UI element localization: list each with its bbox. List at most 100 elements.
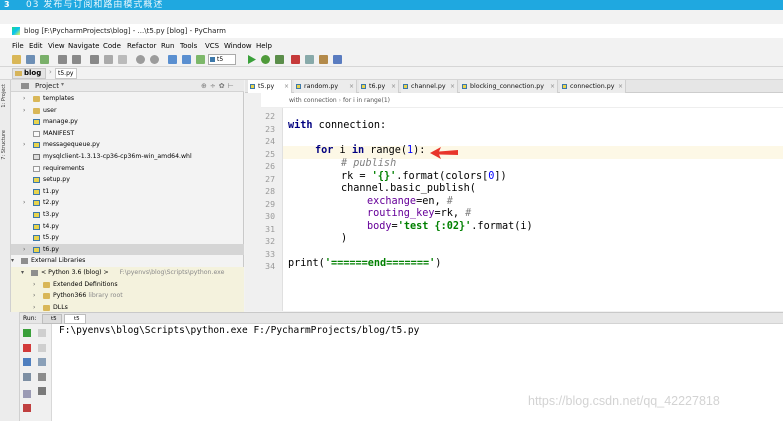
tree-item-t1-py[interactable]: t1.py <box>11 186 244 198</box>
chevron-down-icon[interactable]: ▾ <box>11 255 14 267</box>
undo-icon[interactable] <box>58 55 67 64</box>
breadcrumb-with[interactable]: with connection <box>289 97 337 104</box>
project-panel-title[interactable]: Project <box>35 82 59 90</box>
chevron-right-icon[interactable]: › <box>23 105 25 117</box>
menu-file[interactable]: File <box>12 42 24 50</box>
tree-item-label: External Libraries <box>31 257 86 265</box>
redo-icon[interactable] <box>72 55 81 64</box>
chevron-down-icon[interactable]: ▾ <box>21 267 24 279</box>
stop-icon[interactable] <box>291 55 300 64</box>
window-title: blog [F:\PycharmProjects\blog] - ...\t5.… <box>24 27 226 35</box>
tree-item-python-3-6-blog[interactable]: ▾ < Python 3.6 (blog) > F:\pyenvs\blog\Scr… <box>11 267 244 279</box>
menu-tools[interactable]: Tools <box>180 42 197 50</box>
close-icon[interactable]: × <box>349 80 354 93</box>
chevron-right-icon[interactable]: › <box>33 290 35 302</box>
tree-item-manifest[interactable]: MANIFEST <box>11 128 244 140</box>
menu-navigate[interactable]: Navigate <box>68 42 99 50</box>
tab-random[interactable]: random.py × <box>294 80 357 93</box>
tree-item-setup-py[interactable]: setup.py <box>11 174 244 186</box>
tree-item-messagequeue-py[interactable]: › messagequeue.py <box>11 139 244 151</box>
close-icon[interactable]: × <box>391 80 396 93</box>
menu-edit[interactable]: Edit <box>29 42 43 50</box>
tree-item-t2-py[interactable]: › t2.py <box>11 197 244 209</box>
menu-window[interactable]: Window <box>224 42 252 50</box>
tree-item-manage-py[interactable]: manage.py <box>11 116 244 128</box>
tab-t5[interactable]: t5.py × <box>248 80 292 93</box>
tree-item-templates[interactable]: › templates <box>11 93 244 105</box>
restore-layout-icon[interactable] <box>23 373 31 381</box>
tree-item-user[interactable]: › user <box>11 105 244 117</box>
vcs-icon[interactable] <box>305 55 314 64</box>
tree-item-t6-py[interactable]: › t6.py <box>11 243 244 256</box>
make-icon[interactable] <box>196 55 205 64</box>
tree-item-t4-py[interactable]: t4.py <box>11 221 244 233</box>
tab-blocking-connection[interactable]: blocking_connection.py × <box>460 80 558 93</box>
tree-item-t5-py[interactable]: t5.py <box>11 232 244 244</box>
forward-icon[interactable] <box>182 55 191 64</box>
run-tab-t5[interactable]: t5 <box>42 314 62 324</box>
chevron-right-icon[interactable]: › <box>23 197 25 209</box>
chevron-right-icon[interactable]: › <box>23 244 25 256</box>
paste-icon[interactable] <box>118 55 127 64</box>
close-icon[interactable]: × <box>284 80 289 93</box>
tree-item-mysqlclient-1-3-13-cp36-cp36m-win-amd64-whl[interactable]: mysqlclient-1.3.13-cp36-cp36m-win_amd64.… <box>11 151 244 163</box>
rerun-icon[interactable] <box>23 329 31 337</box>
sync-icon[interactable] <box>40 55 49 64</box>
menu-code[interactable]: Code <box>103 42 121 50</box>
print-icon[interactable] <box>38 373 46 381</box>
debug-icon[interactable] <box>261 55 270 64</box>
menu-view[interactable]: View <box>48 42 65 50</box>
run-tab-t5-active[interactable]: t5 <box>64 314 86 324</box>
find-icon[interactable] <box>136 55 145 64</box>
tree-item-label: setup.py <box>43 176 70 184</box>
tree-item-requirements[interactable]: requirements <box>11 163 244 175</box>
pause-icon[interactable] <box>23 358 31 366</box>
project-tool-button[interactable]: 1: Project <box>1 84 7 108</box>
close-icon[interactable]: × <box>450 80 455 93</box>
menu-run[interactable]: Run <box>161 42 174 50</box>
close-icon[interactable]: × <box>618 80 623 93</box>
soft-wrap-icon[interactable] <box>38 358 46 366</box>
replace-icon[interactable] <box>150 55 159 64</box>
structure-tool-button[interactable]: 7: Structure <box>1 130 7 160</box>
tab-connection[interactable]: connection.py × <box>560 80 626 93</box>
cut-icon[interactable] <box>90 55 99 64</box>
tab-channel[interactable]: channel.py × <box>401 80 458 93</box>
tree-item-t3-py[interactable]: t3.py <box>11 209 244 221</box>
scroll-down-icon[interactable] <box>38 344 46 352</box>
coverage-icon[interactable] <box>275 55 284 64</box>
menu-help[interactable]: Help <box>256 42 272 50</box>
menu-refactor[interactable]: Refactor <box>127 42 156 50</box>
chevron-right-icon[interactable]: › <box>33 279 35 291</box>
tree-item-python366[interactable]: › Python366 library root <box>11 290 244 302</box>
chevron-right-icon[interactable]: › <box>23 93 25 105</box>
run-icon[interactable] <box>247 55 256 64</box>
menu-vcs[interactable]: VCS <box>205 42 219 50</box>
scroll-up-icon[interactable] <box>38 329 46 337</box>
gear-icon[interactable]: ✿ <box>219 82 228 90</box>
view-dropdown-icon[interactable]: ▾ <box>61 81 64 88</box>
settings-icon[interactable] <box>319 55 328 64</box>
code-editor[interactable]: with connection › for i in range(1) 22 2… <box>245 93 783 311</box>
hide-icon[interactable]: ⊢ <box>228 82 237 90</box>
pin-icon[interactable] <box>23 390 31 398</box>
trash-icon[interactable] <box>38 387 46 395</box>
nav-file-crumb[interactable]: t5.py <box>55 68 78 79</box>
collapse-icon[interactable]: ÷ <box>210 82 219 90</box>
back-icon[interactable] <box>168 55 177 64</box>
close-icon[interactable] <box>23 404 31 412</box>
help-icon[interactable] <box>333 55 342 64</box>
tree-item-external-libraries[interactable]: ▾ External Libraries <box>11 255 244 267</box>
open-folder-icon[interactable] <box>12 55 21 64</box>
tree-item-extended-definitions[interactable]: › Extended Definitions <box>11 278 244 291</box>
chevron-right-icon[interactable]: › <box>23 139 25 151</box>
copy-icon[interactable] <box>104 55 113 64</box>
nav-project-crumb[interactable]: blog <box>12 68 47 79</box>
stop-icon[interactable] <box>23 344 31 352</box>
tab-t6[interactable]: t6.py × <box>359 80 399 93</box>
target-icon[interactable]: ⊕ <box>201 82 210 90</box>
close-icon[interactable]: × <box>550 80 555 93</box>
save-icon[interactable] <box>26 55 35 64</box>
run-config-select[interactable]: t5 <box>208 54 236 65</box>
breadcrumb-for[interactable]: for i in range(1) <box>343 97 390 104</box>
